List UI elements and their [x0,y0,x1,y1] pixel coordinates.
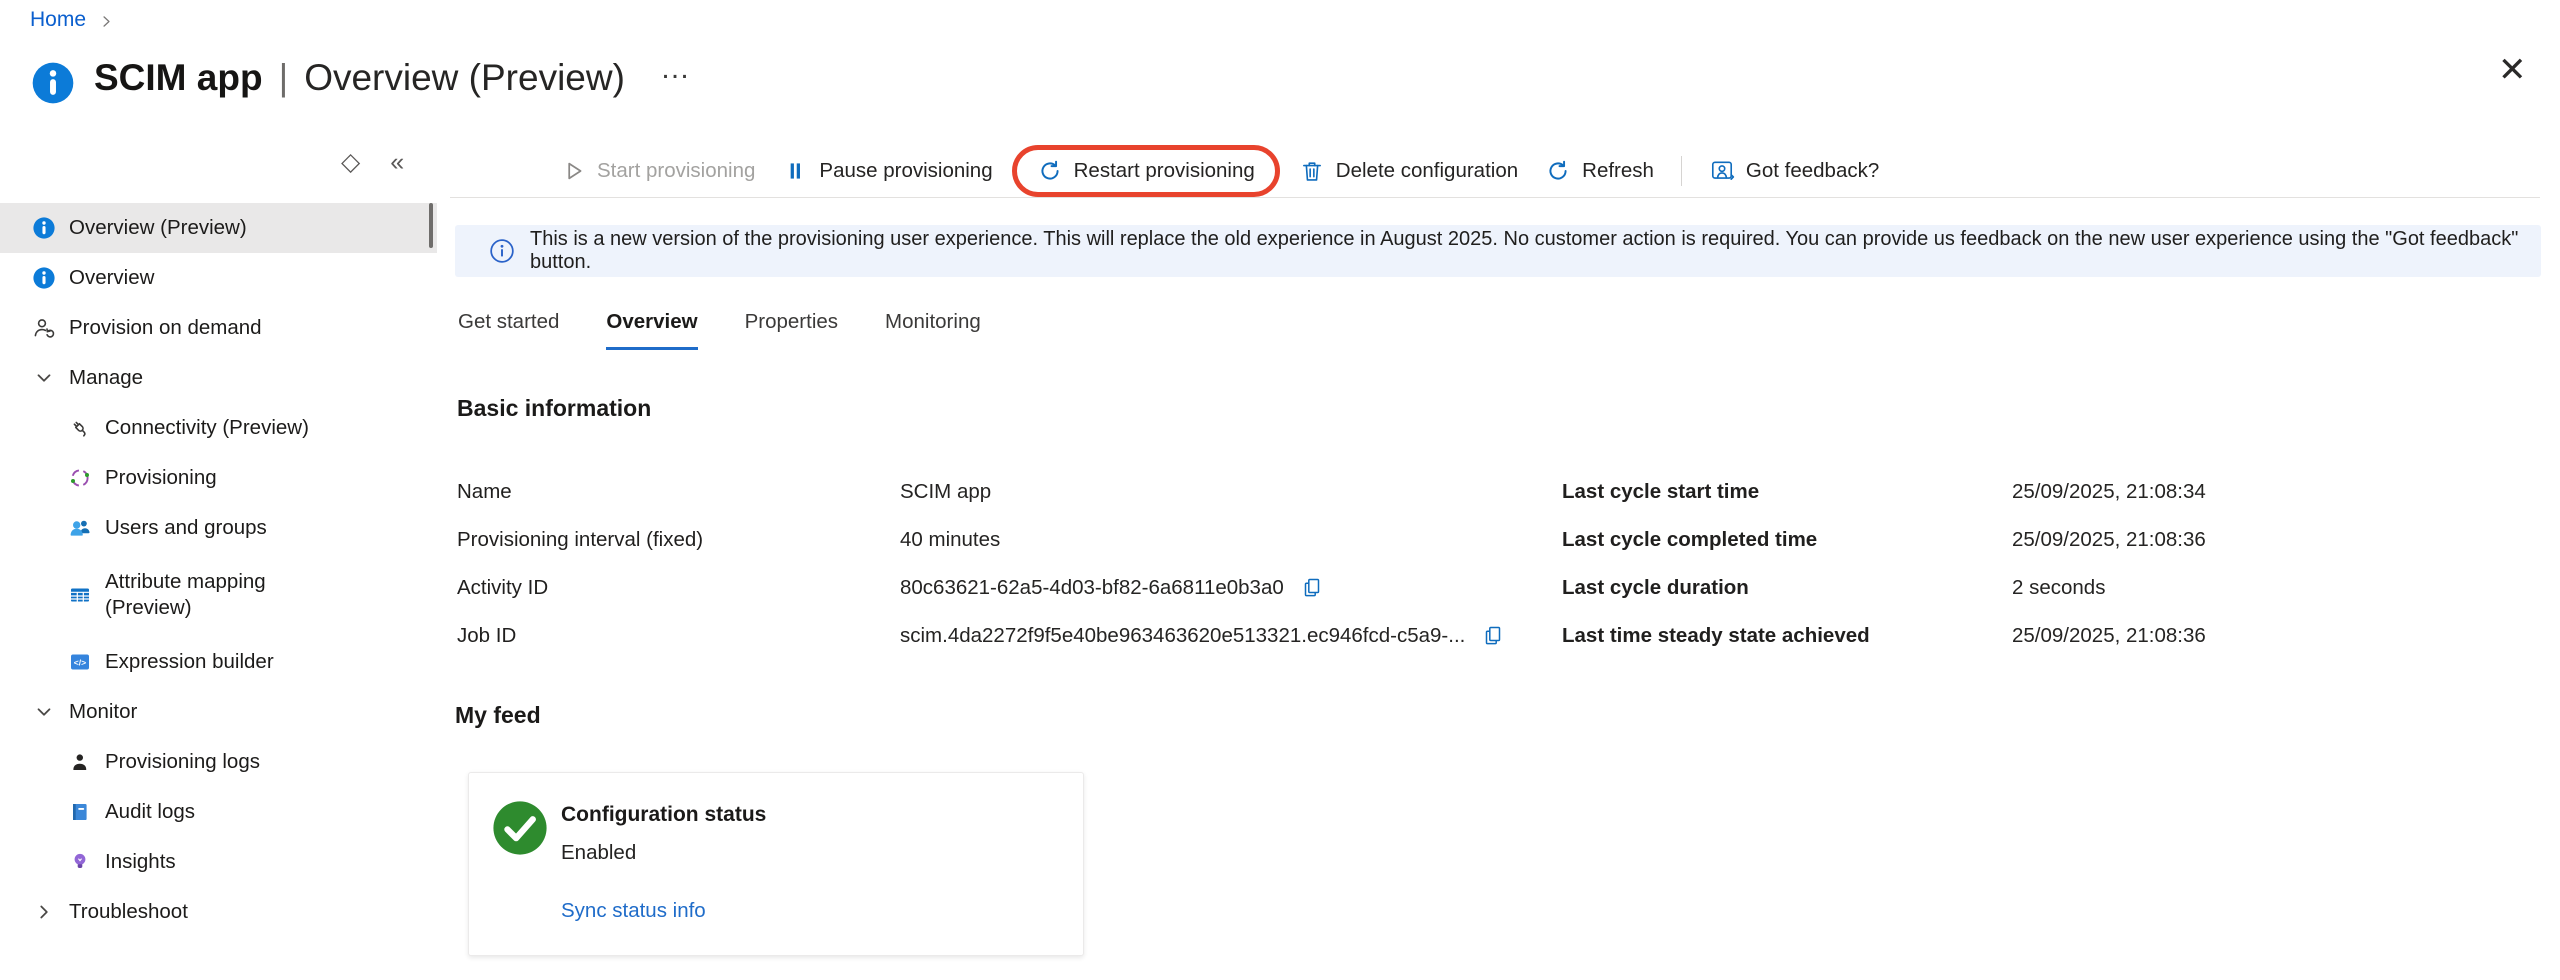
play-icon [560,158,586,184]
sync-status-info-link[interactable]: Sync status info [561,899,706,923]
copy-icon[interactable] [1481,624,1505,648]
users-icon [68,516,92,540]
field-value: SCIM app [900,480,1505,504]
copy-icon[interactable] [1300,576,1324,600]
refresh-icon [1545,158,1571,184]
check-circle-icon [491,799,549,857]
field-value: 2 seconds [2012,576,2206,600]
lightbulb-icon [68,850,92,874]
got-feedback-button[interactable]: Got feedback? [1709,158,1879,184]
sidebar: Overview (Preview) Overview Provision on… [0,203,437,937]
title-separator: | [279,57,289,99]
field-label: Activity ID [457,576,900,600]
info-icon [32,266,56,290]
breadcrumb-chevron-icon [98,13,115,30]
info-banner: This is a new version of the provisionin… [455,225,2541,277]
trash-icon [1299,158,1325,184]
field-label: Name [457,480,900,504]
svg-text:</>: </> [74,658,86,668]
chevron-down-icon [32,700,56,724]
sync-colored-icon [68,466,92,490]
field-value: 80c63621-62a5-4d03-bf82-6a6811e0b3a0 [900,576,1505,600]
info-icon [32,216,56,240]
card-title: Configuration status [561,803,766,827]
chevron-down-icon [32,366,56,390]
sidebar-tools: ◇ « [341,150,404,175]
feedback-icon [1709,158,1735,184]
restart-provisioning-button[interactable]: Restart provisioning [1012,145,1280,197]
person-sync-icon [32,316,56,340]
toolbar-divider [1681,156,1682,186]
sidebar-item-users-and-groups[interactable]: Users and groups [0,503,437,553]
my-feed-heading: My feed [455,702,541,729]
content-divider [450,197,2540,198]
field-value: 25/09/2025, 21:08:36 [2012,624,2206,648]
sidebar-group-manage[interactable]: Manage [0,353,437,403]
tab-bar: Get started Overview Properties Monitori… [458,310,981,350]
basic-information-heading: Basic information [457,395,651,422]
resize-panel-icon[interactable]: ◇ [341,150,360,175]
page-name: Overview (Preview) [304,57,625,99]
field-value: 25/09/2025, 21:08:34 [2012,480,2206,504]
sidebar-item-overview[interactable]: Overview [0,253,437,303]
field-label: Last cycle duration [1562,576,2012,600]
info-icon [30,60,76,106]
pause-icon [782,158,808,184]
sidebar-scrollbar[interactable] [429,203,433,248]
tab-monitoring[interactable]: Monitoring [885,310,981,350]
sidebar-item-connectivity[interactable]: Connectivity (Preview) [0,403,437,453]
code-icon: </> [68,650,92,674]
breadcrumb: Home [30,8,115,32]
field-label: Last cycle completed time [1562,528,2012,552]
tab-overview[interactable]: Overview [606,310,697,350]
plug-icon [68,416,92,440]
sidebar-item-provisioning-logs[interactable]: Provisioning logs [0,737,437,787]
tab-get-started[interactable]: Get started [458,310,559,350]
refresh-button[interactable]: Refresh [1545,158,1654,184]
collapse-sidebar-icon[interactable]: « [390,150,404,175]
restart-icon [1037,158,1063,184]
field-label: Last cycle start time [1562,480,2012,504]
app-name: SCIM app [94,57,263,99]
chevron-right-icon [32,900,56,924]
tab-properties[interactable]: Properties [745,310,838,350]
breadcrumb-home-link[interactable]: Home [30,8,86,32]
field-label: Last time steady state achieved [1562,624,2012,648]
delete-configuration-button[interactable]: Delete configuration [1299,158,1518,184]
sidebar-item-audit-logs[interactable]: Audit logs [0,787,437,837]
field-value: 25/09/2025, 21:08:36 [2012,528,2206,552]
close-icon[interactable]: ✕ [2498,50,2527,90]
info-outline-icon [489,238,515,264]
sidebar-group-monitor[interactable]: Monitor [0,687,437,737]
basic-info-right-column: Last cycle start time 25/09/2025, 21:08:… [1562,468,2206,660]
sidebar-item-provision-on-demand[interactable]: Provision on demand [0,303,437,353]
status-value: Enabled [561,841,636,865]
command-bar: Start provisioning Pause provisioning Re… [560,144,1879,198]
sidebar-item-insights[interactable]: Insights [0,837,437,887]
sidebar-item-attribute-mapping[interactable]: Attribute mapping (Preview) [0,553,437,637]
sidebar-group-troubleshoot[interactable]: Troubleshoot [0,887,437,937]
more-options-button[interactable]: … [660,52,692,86]
pause-provisioning-button[interactable]: Pause provisioning [782,158,992,184]
field-label: Job ID [457,624,900,648]
sidebar-item-provisioning[interactable]: Provisioning [0,453,437,503]
sidebar-item-overview-preview[interactable]: Overview (Preview) [0,203,437,253]
page-title: SCIM app | Overview (Preview) [94,57,625,99]
person-log-icon [68,750,92,774]
field-value: scim.4da2272f9f5e40be963463620e513321.ec… [900,624,1505,648]
field-label: Provisioning interval (fixed) [457,528,900,552]
field-value: 40 minutes [900,528,1505,552]
basic-info-left-column: Name SCIM app Provisioning interval (fix… [457,468,1505,660]
book-icon [68,800,92,824]
table-icon [68,583,92,607]
sidebar-item-expression-builder[interactable]: </> Expression builder [0,637,437,687]
configuration-status-card: Configuration status Enabled Sync status… [468,772,1084,956]
start-provisioning-button[interactable]: Start provisioning [560,158,755,184]
banner-text: This is a new version of the provisionin… [530,228,2541,274]
